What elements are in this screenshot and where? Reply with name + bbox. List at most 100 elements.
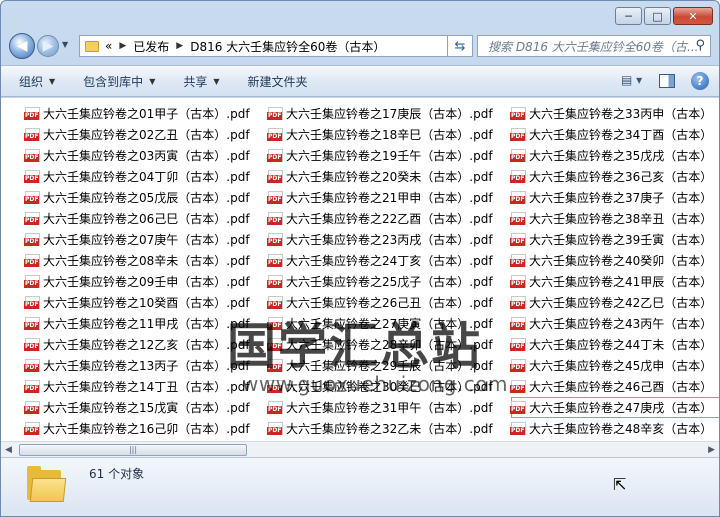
pdf-file-icon (24, 212, 40, 225)
help-icon[interactable]: ? (691, 72, 709, 90)
file-name: 大六壬集应钤卷之23丙戌（古本）.pdf (286, 233, 493, 247)
pdf-file-icon (510, 191, 526, 204)
pdf-file-icon (24, 170, 40, 183)
file-name: 大六壬集应钤卷之36己亥（古本） (529, 170, 713, 184)
file-item[interactable]: 大六壬集应钤卷之23丙戌（古本）.pdf (267, 229, 508, 250)
file-item[interactable]: 大六壬集应钤卷之36己亥（古本） (510, 166, 719, 187)
file-name: 大六壬集应钤卷之45戊申（古本） (529, 359, 713, 373)
file-item[interactable]: 大六壬集应钤卷之46己酉（古本） (510, 376, 719, 397)
file-item[interactable]: 大六壬集应钤卷之22乙酉（古本）.pdf (267, 208, 508, 229)
recent-pages-dropdown[interactable]: ▼ (62, 40, 68, 49)
breadcrumb-current-folder[interactable]: D816 大六壬集应钤全60卷（古本） (190, 38, 385, 55)
file-item[interactable]: 大六壬集应钤卷之25戊子（古本）.pdf (267, 271, 508, 292)
preview-pane-icon[interactable] (659, 74, 675, 88)
file-item[interactable]: 大六壬集应钤卷之14丁丑（古本）.pdf (24, 376, 265, 397)
forward-button[interactable]: ▶ (37, 35, 59, 57)
file-item[interactable]: 大六壬集应钤卷之35戊戌（古本） (510, 145, 719, 166)
file-item[interactable]: 大六壬集应钤卷之05戊辰（古本）.pdf (24, 187, 265, 208)
file-item[interactable]: 大六壬集应钤卷之04丁卯（古本）.pdf (24, 166, 265, 187)
file-item[interactable]: 大六壬集应钤卷之47庚戌（古本） (510, 397, 719, 418)
file-item[interactable]: 大六壬集应钤卷之43丙午（古本） (510, 313, 719, 334)
mouse-cursor-icon: ⇱ (613, 475, 627, 494)
file-item[interactable]: 大六壬集应钤卷之03丙寅（古本）.pdf (24, 145, 265, 166)
include-in-library-menu[interactable]: 包含到库中 ▼ (83, 73, 155, 90)
caret-down-icon: ▼ (49, 76, 56, 86)
pdf-file-icon (267, 107, 283, 120)
file-item[interactable]: 大六壬集应钤卷之44丁未（古本） (510, 334, 719, 355)
file-name: 大六壬集应钤卷之11甲戌（古本）.pdf (43, 317, 250, 331)
back-button[interactable]: ◀ (9, 33, 35, 59)
file-name: 大六壬集应钤卷之05戊辰（古本）.pdf (43, 191, 250, 205)
refresh-button[interactable]: ⇆ (447, 35, 473, 57)
file-item[interactable]: 大六壬集应钤卷之38辛丑（古本） (510, 208, 719, 229)
file-item[interactable]: 大六壬集应钤卷之31甲午（古本）.pdf (267, 397, 508, 418)
back-arrow-icon: ◀ (16, 38, 28, 54)
scrollbar-thumb[interactable]: ||| (19, 444, 247, 456)
file-item[interactable]: 大六壬集应钤卷之08辛未（古本）.pdf (24, 250, 265, 271)
pdf-file-icon (510, 317, 526, 330)
search-icon[interactable]: ⚲ (695, 38, 705, 53)
file-name: 大六壬集应钤卷之43丙午（古本） (529, 317, 713, 331)
pdf-file-icon (24, 401, 40, 414)
explorer-window: ─ □ ✕ ◀ ▶ ▼ « ▶ 已发布 ▶ D816 大六壬集应钤全60卷（古本… (0, 0, 720, 517)
file-name: 大六壬集应钤卷之16己卯（古本）.pdf (43, 422, 250, 436)
file-item[interactable]: 大六壬集应钤卷之01甲子（古本）.pdf (24, 103, 265, 124)
file-item[interactable]: 大六壬集应钤卷之21甲申（古本）.pdf (267, 187, 508, 208)
file-item[interactable]: 大六壬集应钤卷之07庚午（古本）.pdf (24, 229, 265, 250)
navigation-row: ◀ ▶ ▼ « ▶ 已发布 ▶ D816 大六壬集应钤全60卷（古本） ▼ ⇆ … (9, 33, 711, 61)
search-input[interactable]: 搜索 D816 大六壬集应钤全60卷（古... ⚲ (477, 35, 711, 57)
file-item[interactable]: 大六壬集应钤卷之40癸卯（古本） (510, 250, 719, 271)
share-label: 共享 (183, 74, 208, 89)
file-item[interactable]: 大六壬集应钤卷之34丁酉（古本） (510, 124, 719, 145)
file-item[interactable]: 大六壬集应钤卷之41甲辰（古本） (510, 271, 719, 292)
file-item[interactable]: 大六壬集应钤卷之32乙未（古本）.pdf (267, 418, 508, 439)
scroll-left-icon[interactable]: ◀ (5, 445, 12, 455)
file-item[interactable]: 大六壬集应钤卷之45戊申（古本） (510, 355, 719, 376)
file-name: 大六壬集应钤卷之08辛未（古本）.pdf (43, 254, 250, 268)
address-overflow[interactable]: « (105, 39, 112, 53)
pdf-file-icon (510, 254, 526, 267)
file-item[interactable]: 大六壬集应钤卷之09壬申（古本）.pdf (24, 271, 265, 292)
minimize-button[interactable]: ─ (615, 7, 642, 25)
file-name: 大六壬集应钤卷之22乙酉（古本）.pdf (286, 212, 493, 226)
file-item[interactable]: 大六壬集应钤卷之42乙巳（古本） (510, 292, 719, 313)
file-item[interactable]: 大六壬集应钤卷之18辛巳（古本）.pdf (267, 124, 508, 145)
pdf-file-icon (267, 275, 283, 288)
new-folder-button[interactable]: 新建文件夹 (248, 73, 308, 90)
share-menu[interactable]: 共享 ▼ (183, 73, 219, 90)
file-name: 大六壬集应钤卷之37庚子（古本） (529, 191, 713, 205)
file-item[interactable]: 大六壬集应钤卷之24丁亥（古本）.pdf (267, 250, 508, 271)
breadcrumb-published[interactable]: 已发布 (133, 38, 169, 55)
horizontal-scrollbar[interactable]: ◀ ||| ▶ (1, 441, 719, 457)
maximize-button[interactable]: □ (644, 7, 671, 25)
pdf-file-icon (510, 170, 526, 183)
pdf-file-icon (24, 191, 40, 204)
pdf-file-icon (510, 233, 526, 246)
scroll-right-icon[interactable]: ▶ (708, 445, 715, 455)
file-item[interactable]: 大六壬集应钤卷之39壬寅（古本） (510, 229, 719, 250)
file-item[interactable]: 大六壬集应钤卷之06己巳（古本）.pdf (24, 208, 265, 229)
pdf-file-icon (267, 191, 283, 204)
pdf-file-icon (24, 149, 40, 162)
file-name: 大六壬集应钤卷之07庚午（古本）.pdf (43, 233, 250, 247)
pdf-file-icon (24, 380, 40, 393)
file-item[interactable]: 大六壬集应钤卷之20癸未（古本）.pdf (267, 166, 508, 187)
file-name: 大六壬集应钤卷之17庚辰（古本）.pdf (286, 107, 493, 121)
pdf-file-icon (510, 380, 526, 393)
file-item[interactable]: 大六壬集应钤卷之02乙丑（古本）.pdf (24, 124, 265, 145)
new-folder-label: 新建文件夹 (247, 74, 308, 89)
file-item[interactable]: 大六壬集应钤卷之16己卯（古本）.pdf (24, 418, 265, 439)
organize-menu[interactable]: 组织 ▼ (19, 73, 55, 90)
view-options-icon[interactable]: ▤ ▾ (621, 73, 643, 89)
pdf-file-icon (267, 254, 283, 267)
file-item[interactable]: 大六壬集应钤卷之15戊寅（古本）.pdf (24, 397, 265, 418)
close-button[interactable]: ✕ (673, 7, 713, 25)
file-name: 大六壬集应钤卷之33丙申（古本） (529, 107, 713, 121)
file-item[interactable]: 大六壬集应钤卷之37庚子（古本） (510, 187, 719, 208)
file-item[interactable]: 大六壬集应钤卷之48辛亥（古本） (510, 418, 719, 439)
file-item[interactable]: 大六壬集应钤卷之19壬午（古本）.pdf (267, 145, 508, 166)
file-item[interactable]: 大六壬集应钤卷之33丙申（古本） (510, 103, 719, 124)
file-name: 大六壬集应钤卷之25戊子（古本）.pdf (286, 275, 493, 289)
file-item[interactable]: 大六壬集应钤卷之17庚辰（古本）.pdf (267, 103, 508, 124)
address-bar[interactable]: « ▶ 已发布 ▶ D816 大六壬集应钤全60卷（古本） ▼ (79, 35, 473, 57)
